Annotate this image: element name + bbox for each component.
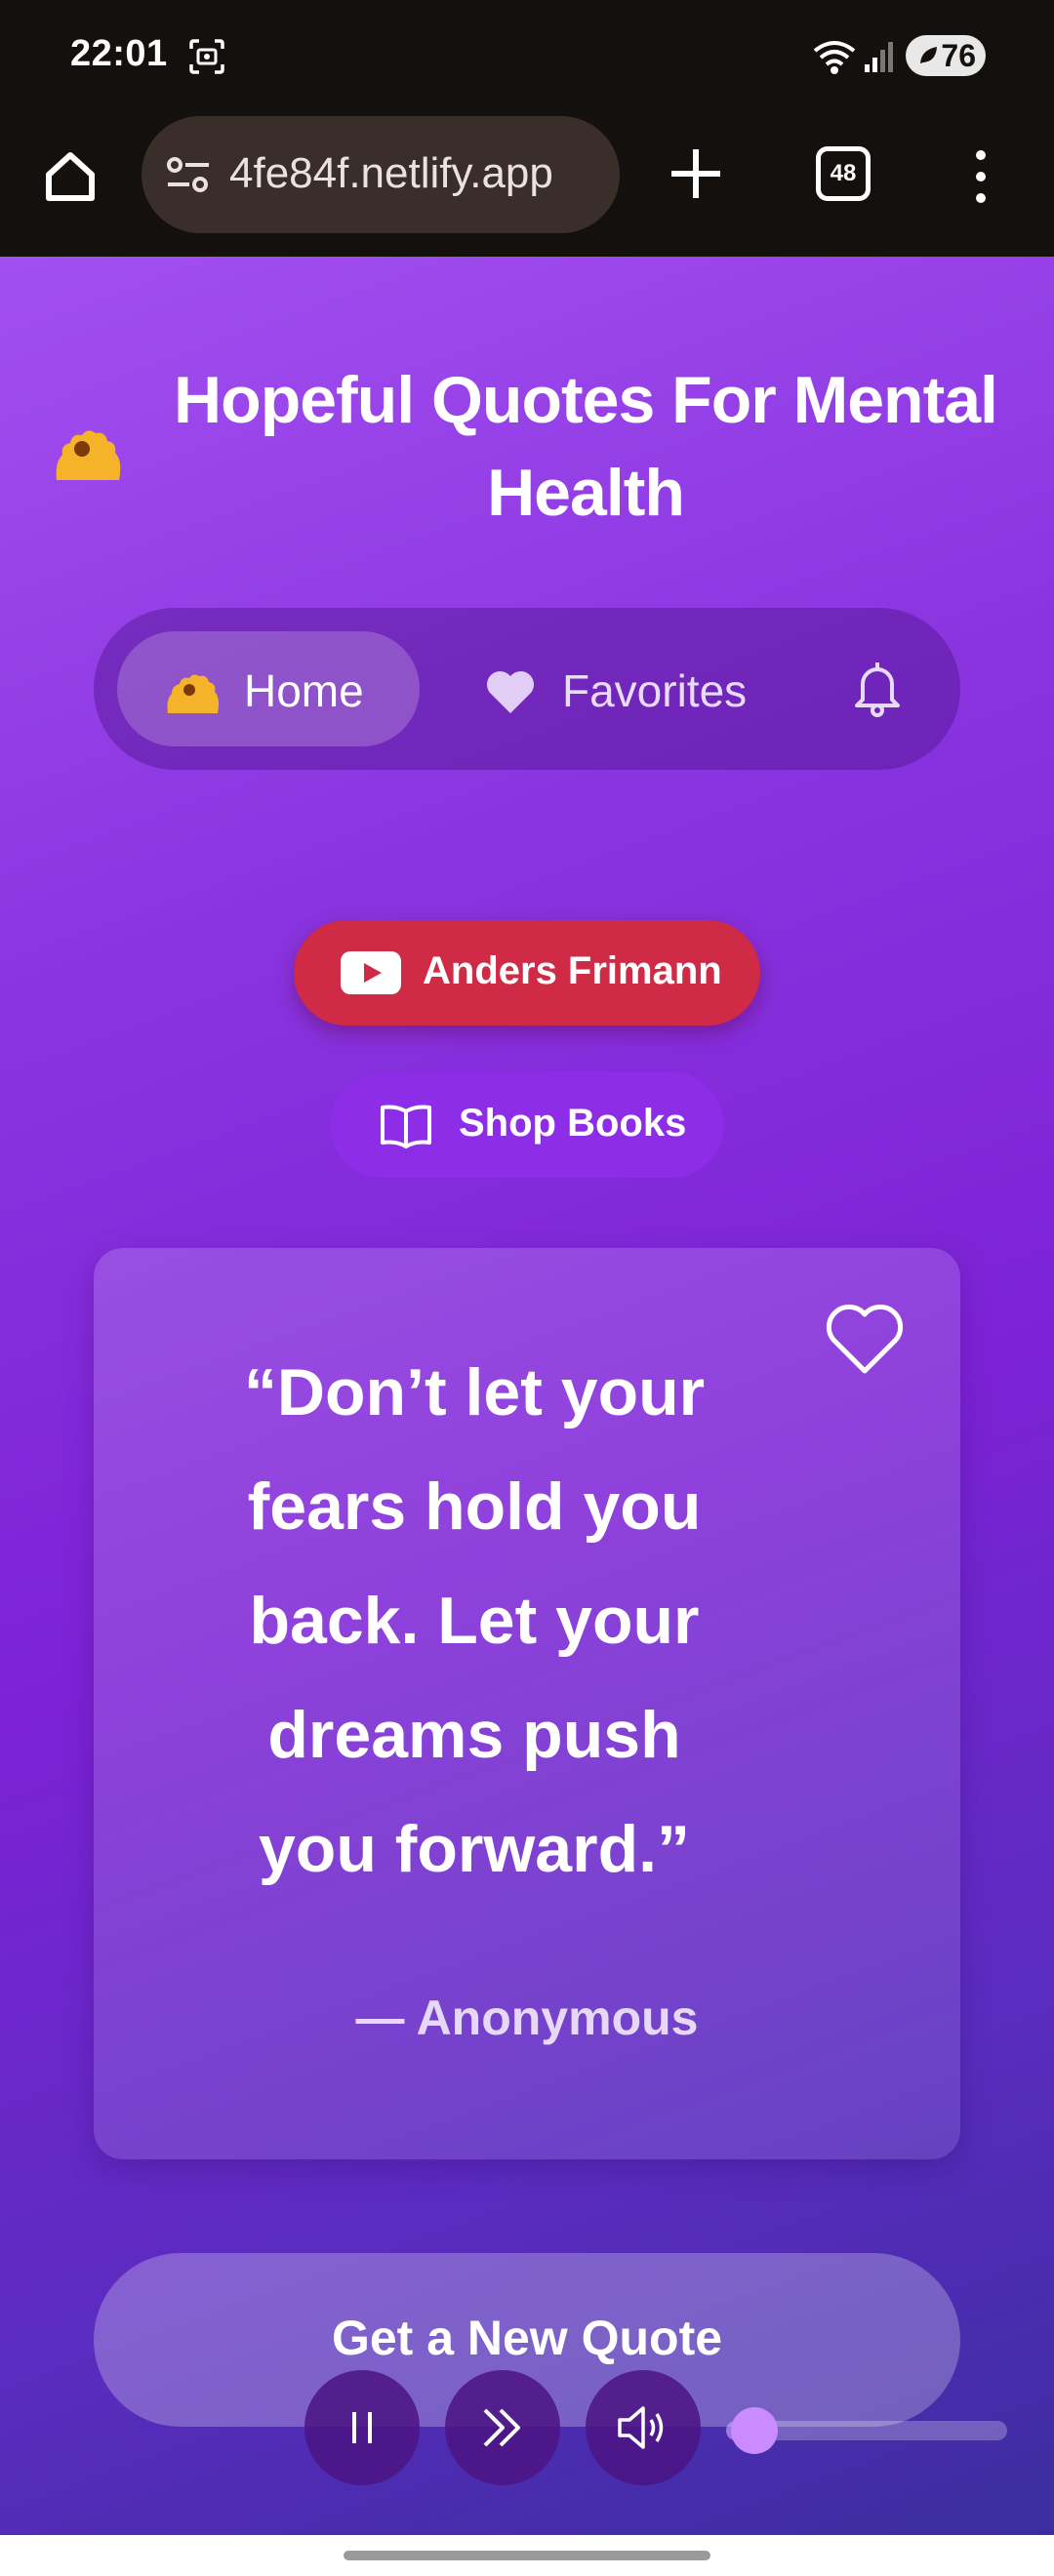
home-gesture-bar[interactable] bbox=[344, 2551, 710, 2560]
volume-slider[interactable] bbox=[726, 2407, 1007, 2454]
sun-icon bbox=[56, 430, 121, 480]
volume-thumb[interactable] bbox=[730, 2407, 778, 2454]
screenshot-icon bbox=[189, 39, 224, 74]
youtube-button-label: Anders Frimann bbox=[423, 949, 722, 992]
browser-toolbar: 4fe84f.netlify.app 48 bbox=[0, 112, 1054, 257]
quote-card: “Don’t let your fears hold you back. Let… bbox=[94, 1248, 960, 2159]
status-bar: 22:01 76 bbox=[0, 0, 1054, 112]
bell-icon[interactable] bbox=[851, 657, 904, 719]
volume-icon bbox=[618, 2406, 664, 2449]
wifi-icon bbox=[813, 41, 856, 74]
nav-home-label: Home bbox=[244, 665, 364, 716]
plus-icon[interactable] bbox=[666, 143, 726, 204]
fast-forward-icon bbox=[483, 2408, 520, 2447]
more-vert-icon[interactable] bbox=[966, 145, 995, 208]
heart-icon bbox=[486, 670, 535, 713]
shop-books-label: Shop Books bbox=[459, 1102, 687, 1145]
book-icon bbox=[381, 1105, 431, 1148]
battery-leaf-icon bbox=[920, 47, 937, 63]
sun-icon bbox=[167, 674, 219, 713]
favorite-heart-icon[interactable] bbox=[824, 1303, 906, 1377]
battery-icon: 76 bbox=[906, 35, 986, 76]
nav-home-tab[interactable]: Home bbox=[117, 631, 420, 746]
site-settings-icon[interactable] bbox=[166, 153, 211, 196]
pause-button[interactable] bbox=[304, 2370, 420, 2485]
signal-icon bbox=[865, 42, 893, 72]
battery-level: 76 bbox=[941, 38, 976, 73]
quote-author: — Anonymous bbox=[355, 1991, 699, 2045]
status-time: 22:01 bbox=[70, 33, 168, 74]
quote-text: “Don’t let your fears hold you back. Let… bbox=[243, 1355, 706, 1886]
page-title: Hopeful Quotes For Mental Health bbox=[174, 363, 998, 530]
main-nav: Home Favorites bbox=[94, 608, 960, 770]
url-text: 4fe84f.netlify.app bbox=[229, 149, 553, 197]
skip-button[interactable] bbox=[445, 2370, 560, 2485]
address-bar[interactable]: 4fe84f.netlify.app bbox=[142, 116, 620, 233]
nav-favorites-label: Favorites bbox=[562, 665, 748, 716]
youtube-channel-button[interactable]: Anders Frimann bbox=[294, 920, 760, 1026]
shop-books-button[interactable]: Shop Books bbox=[330, 1072, 724, 1178]
youtube-icon bbox=[341, 951, 401, 994]
new-quote-label: Get a New Quote bbox=[331, 2311, 723, 2365]
gesture-navigation-area bbox=[0, 2535, 1054, 2576]
page-content: Hopeful Quotes For Mental Health Home Fa… bbox=[0, 257, 1054, 2535]
volume-button[interactable] bbox=[586, 2370, 701, 2485]
pause-icon bbox=[352, 2412, 372, 2443]
tabs-icon[interactable]: 48 bbox=[816, 146, 871, 201]
home-icon[interactable] bbox=[39, 145, 101, 208]
nav-favorites-tab[interactable]: Favorites bbox=[484, 631, 777, 746]
